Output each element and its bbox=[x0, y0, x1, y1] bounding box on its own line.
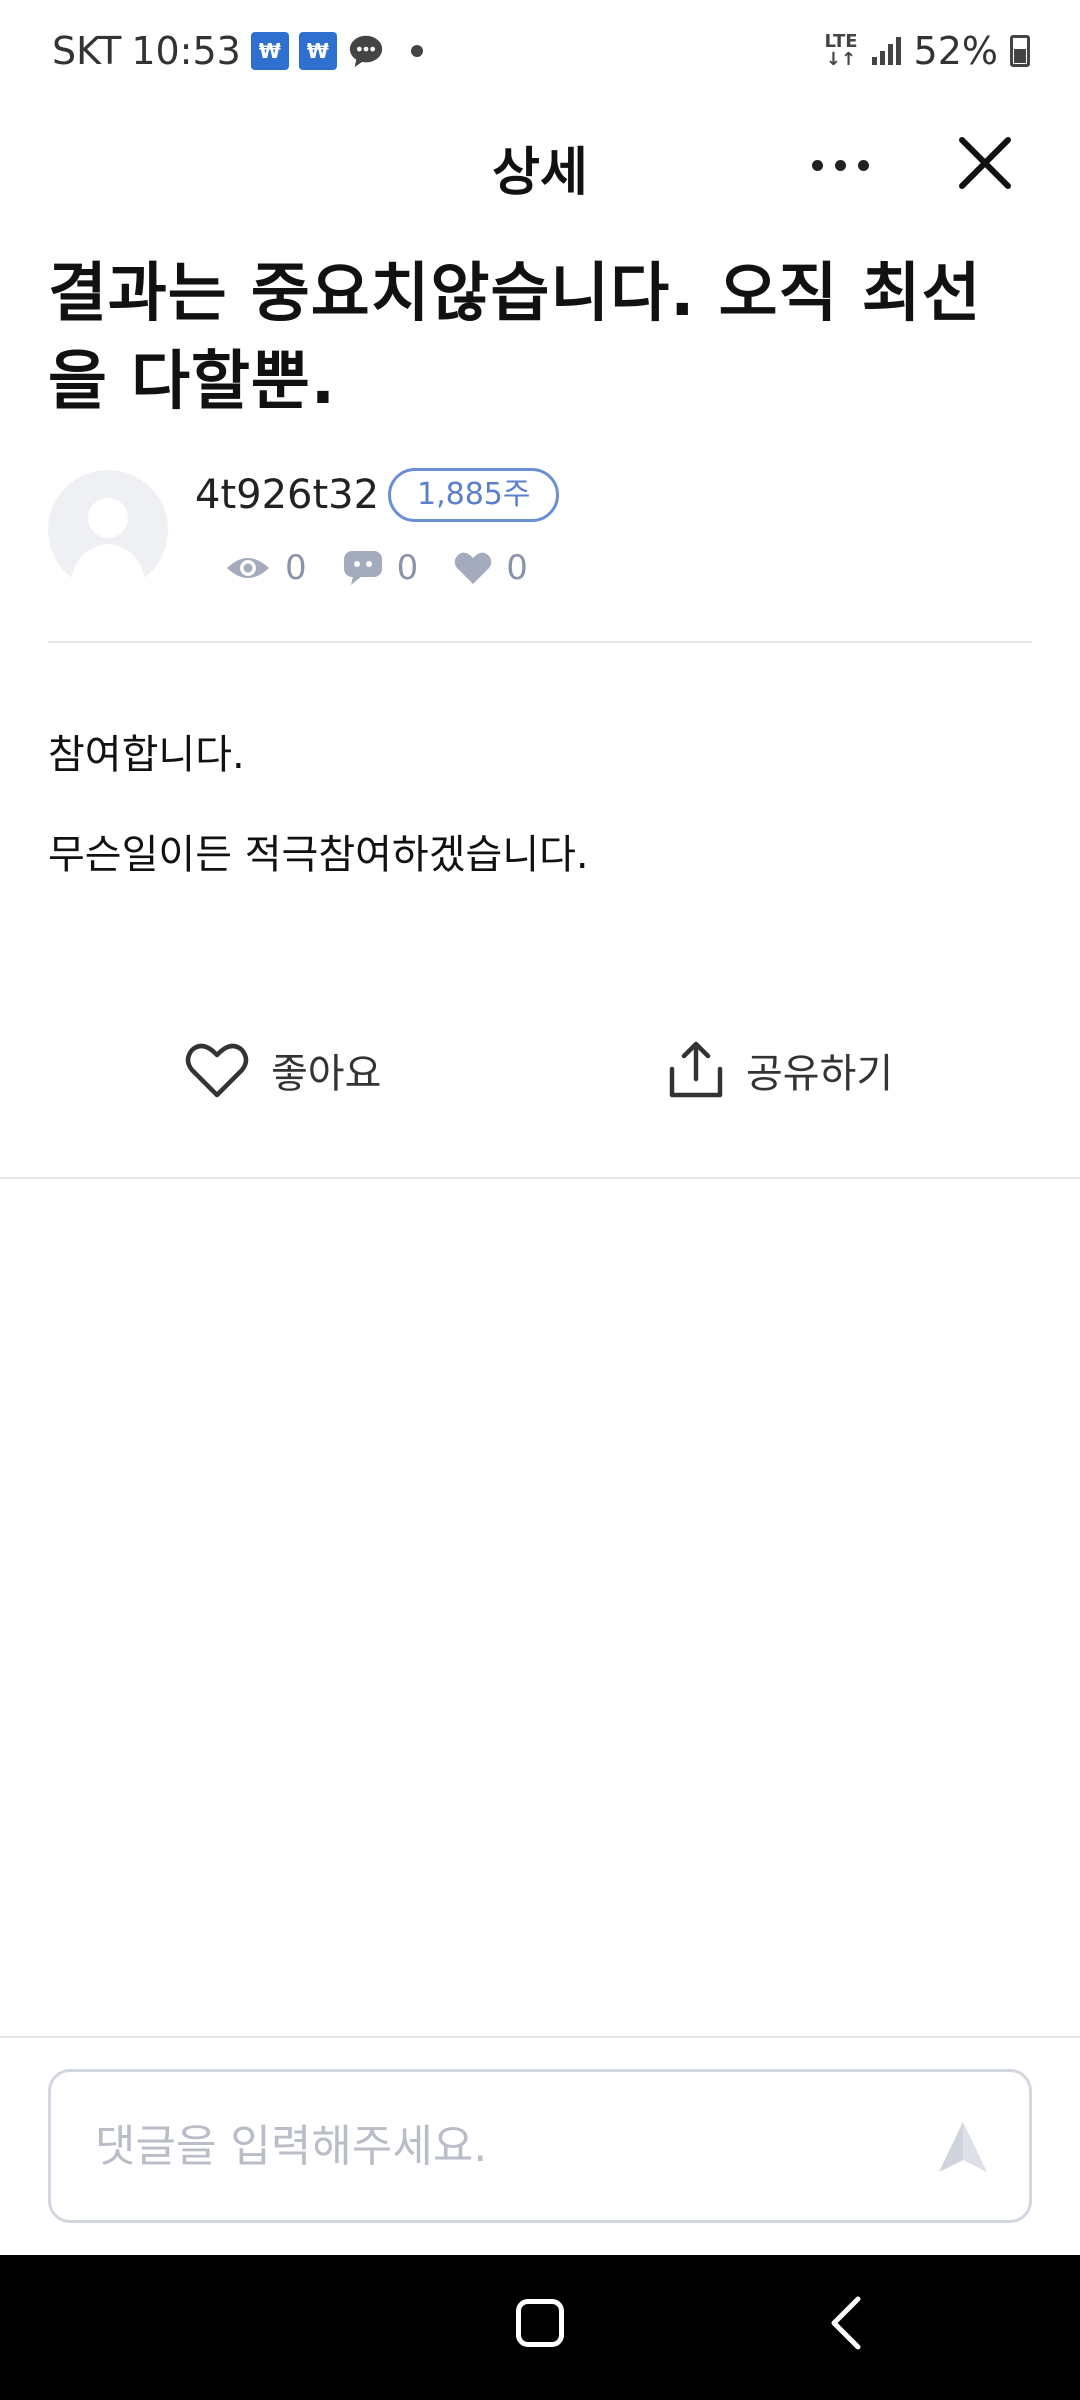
status-right: LTE ↓↑ 52% bbox=[824, 26, 1030, 76]
view-stat: 0 bbox=[225, 548, 307, 588]
carrier-label: SKT bbox=[52, 29, 122, 73]
avatar[interactable] bbox=[48, 470, 168, 590]
like-stat: 0 bbox=[454, 548, 528, 588]
like-label: 좋아요 bbox=[271, 1051, 382, 1097]
like-count: 0 bbox=[506, 548, 528, 588]
send-icon[interactable] bbox=[937, 2120, 989, 2174]
battery-icon bbox=[1010, 35, 1030, 67]
comment-count: 0 bbox=[396, 548, 419, 588]
share-count-badge: 1,885주 bbox=[388, 468, 560, 522]
comment-bar bbox=[48, 2069, 1032, 2223]
post-body-line: 무슨일이든 적극참여하겠습니다. bbox=[48, 832, 589, 878]
status-bar: SKT 10:53 ₩ ₩ LTE ↓↑ 52% bbox=[0, 0, 1080, 100]
more-dot bbox=[857, 159, 869, 171]
divider bbox=[0, 2036, 1080, 2038]
back-icon[interactable] bbox=[820, 2293, 870, 2353]
comment-icon bbox=[343, 551, 382, 585]
close-icon[interactable] bbox=[950, 128, 1020, 198]
app-notification-icon: ₩ bbox=[250, 32, 289, 70]
divider bbox=[48, 641, 1032, 643]
share-label: 공유하기 bbox=[746, 1051, 894, 1097]
more-dot bbox=[834, 159, 846, 171]
chat-notification-icon bbox=[349, 35, 382, 68]
share-button[interactable]: 공유하기 bbox=[668, 1035, 893, 1105]
comment-stat: 0 bbox=[343, 548, 419, 588]
share-icon bbox=[669, 1041, 723, 1098]
home-button[interactable] bbox=[516, 2299, 564, 2347]
more-options-button[interactable] bbox=[800, 140, 880, 190]
lte-icon: LTE ↓↑ bbox=[824, 31, 858, 70]
app-notification-icon: ₩ bbox=[298, 32, 337, 70]
more-notifications-dot bbox=[410, 45, 423, 57]
eye-icon bbox=[227, 558, 269, 578]
heart-outline-icon bbox=[185, 1043, 249, 1098]
more-dot bbox=[811, 159, 823, 171]
post-title: 결과는 중요치않습니다. 오직 최선을 다할뿐. bbox=[48, 257, 982, 419]
post-body-line: 참여합니다. bbox=[48, 732, 245, 778]
top-app-bar: 상세 bbox=[0, 100, 1080, 230]
default-user-icon bbox=[70, 498, 146, 590]
heart-icon bbox=[455, 552, 492, 584]
page-title: 상세 bbox=[492, 143, 588, 203]
divider bbox=[0, 1177, 1080, 1179]
view-count: 0 bbox=[285, 548, 307, 588]
like-button[interactable]: 좋아요 bbox=[185, 1035, 381, 1105]
battery-percent: 52% bbox=[913, 29, 998, 73]
post-stats: 0 0 0 bbox=[225, 543, 564, 593]
author-name[interactable]: 4t926t32 bbox=[195, 472, 379, 518]
signal-icon bbox=[871, 37, 901, 65]
system-nav-bar bbox=[0, 2255, 1080, 2400]
clock: 10:53 bbox=[131, 29, 241, 73]
comment-input[interactable] bbox=[95, 2072, 895, 2220]
status-left: SKT 10:53 ₩ ₩ bbox=[52, 26, 423, 76]
